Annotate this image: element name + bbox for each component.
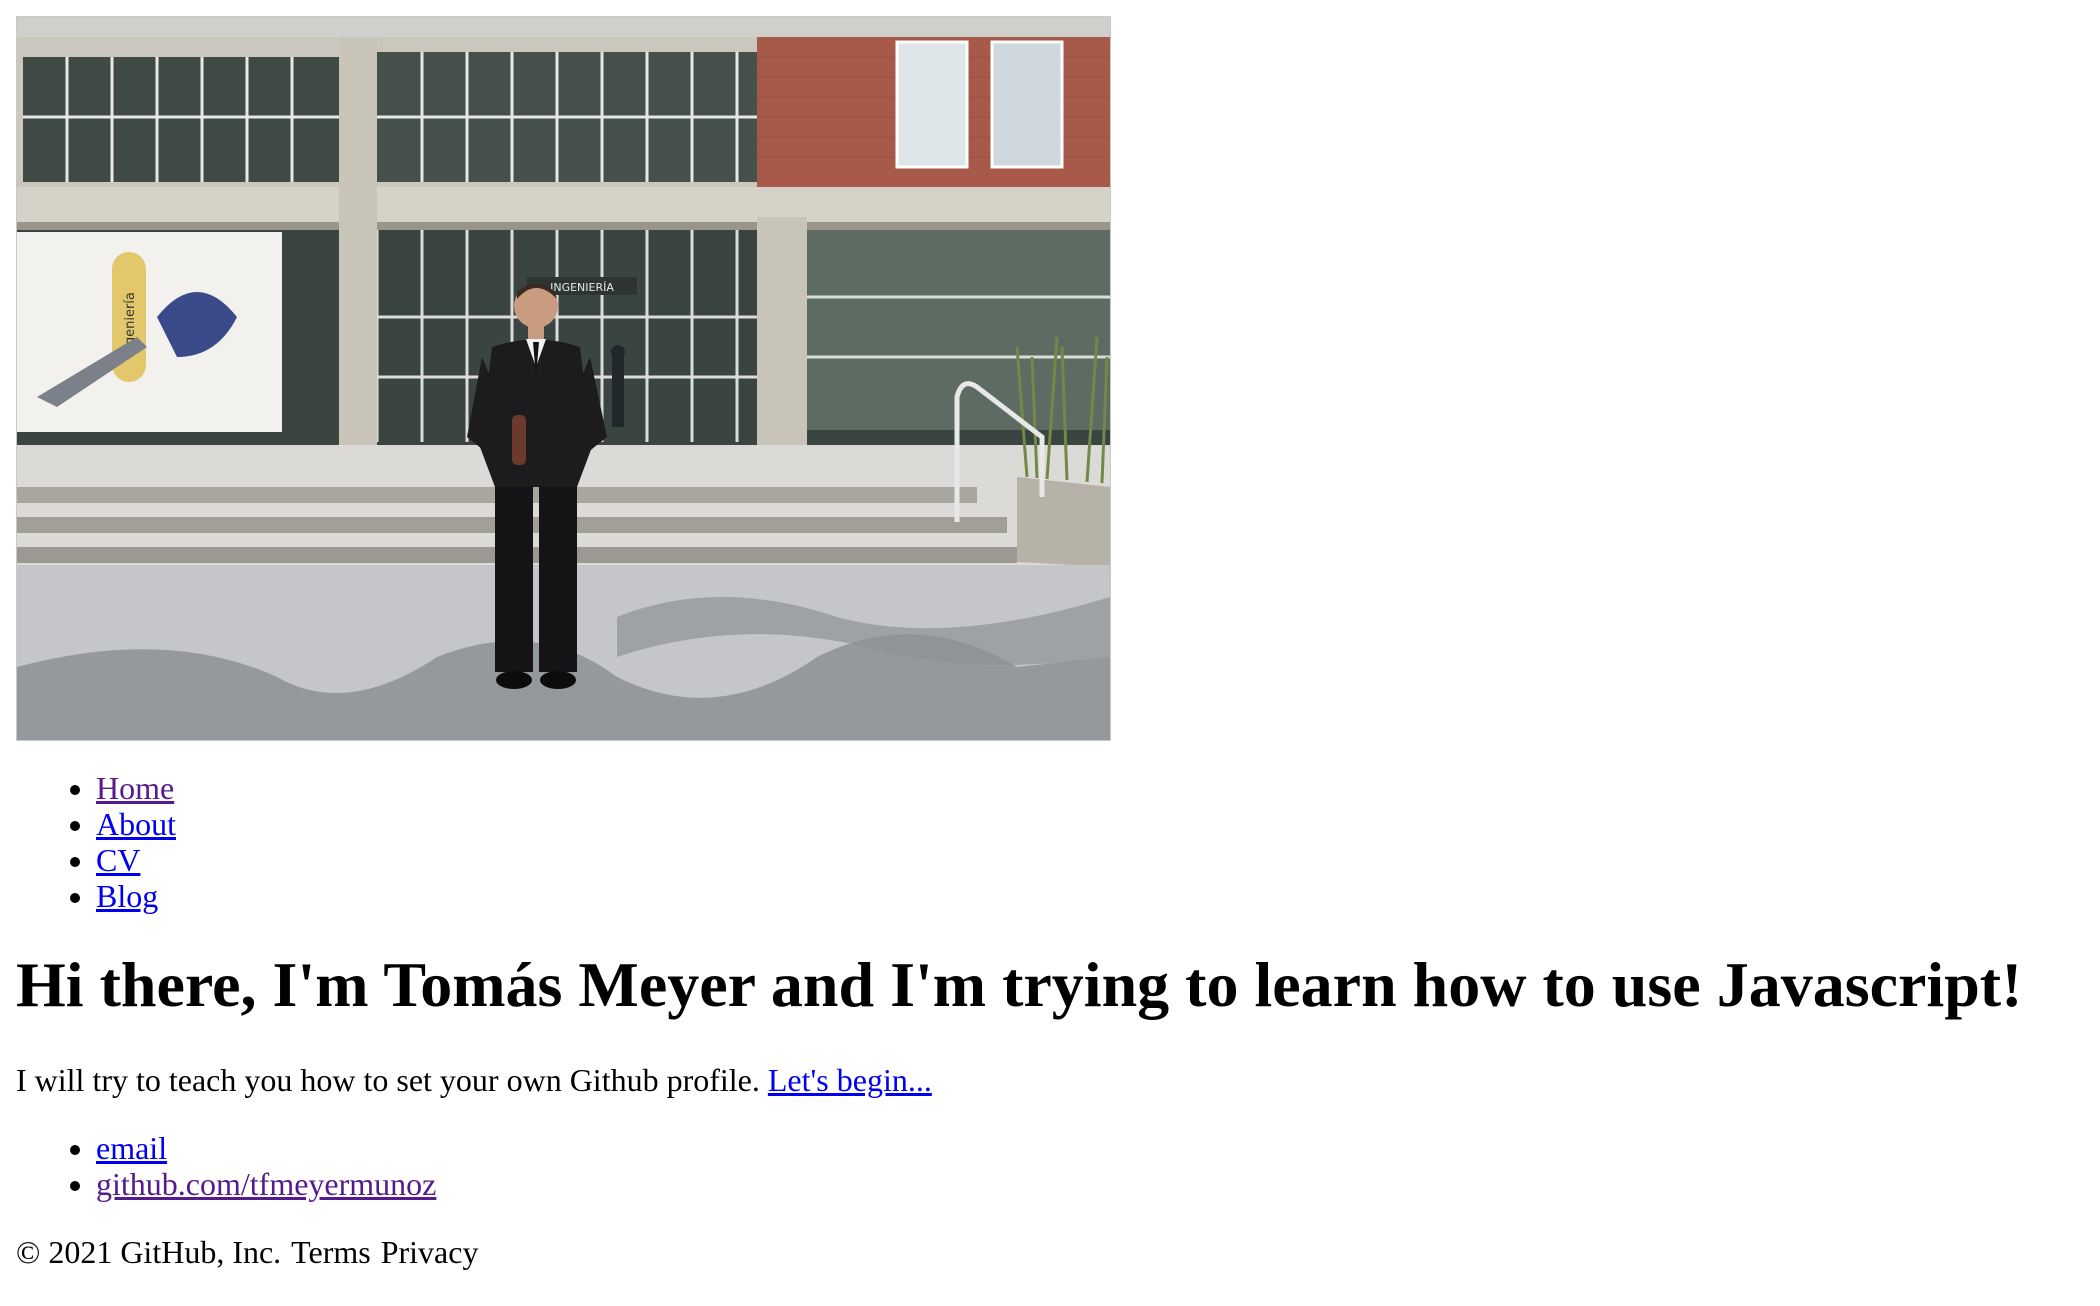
footer: © 2021 GitHub, Inc. Terms Privacy xyxy=(16,1234,2084,1270)
lets-begin-link[interactable]: Let's begin... xyxy=(768,1062,932,1098)
page-title: Hi there, I'm Tomás Meyer and I'm trying… xyxy=(16,949,2023,1020)
main-nav: Home About CV Blog xyxy=(16,770,2084,914)
nav-link-blog[interactable]: Blog xyxy=(96,878,158,914)
email-link[interactable]: email xyxy=(96,1130,167,1166)
contact-list: email github.com/tfmeyermunoz xyxy=(16,1130,2084,1202)
footer-privacy: Privacy xyxy=(380,1234,479,1270)
footer-terms: Terms xyxy=(291,1234,371,1270)
profile-photo-illustration: INGENIERÍA ingeniería xyxy=(17,17,1110,740)
intro-paragraph: I will try to teach you how to set your … xyxy=(16,1062,2084,1098)
page: INGENIERÍA ingeniería • Home • About • C… xyxy=(0,0,2100,1306)
footer-copyright: © 2021 GitHub, Inc. xyxy=(16,1234,282,1270)
nav-link-cv[interactable]: CV xyxy=(96,842,140,878)
page-content: Home About CV Blog Hi there, I'm Tomás M… xyxy=(16,770,2084,1270)
contact-item-email: email xyxy=(96,1130,2084,1166)
contact-item-github: github.com/tfmeyermunoz xyxy=(96,1166,2084,1202)
profile-photo: INGENIERÍA ingeniería xyxy=(16,16,1111,741)
nav-link-home[interactable]: Home xyxy=(96,770,174,806)
nav-link-about[interactable]: About xyxy=(96,806,176,842)
entrance-sign-text: INGENIERÍA xyxy=(550,281,614,294)
nav-item-blog: Blog xyxy=(96,878,2084,914)
nav-item-home: Home xyxy=(96,770,2084,806)
github-profile-link[interactable]: github.com/tfmeyermunoz xyxy=(96,1166,436,1202)
nav-item-cv: CV xyxy=(96,842,2084,878)
intro-text: I will try to teach you how to set your … xyxy=(16,1062,760,1098)
nav-item-about: About xyxy=(96,806,2084,842)
